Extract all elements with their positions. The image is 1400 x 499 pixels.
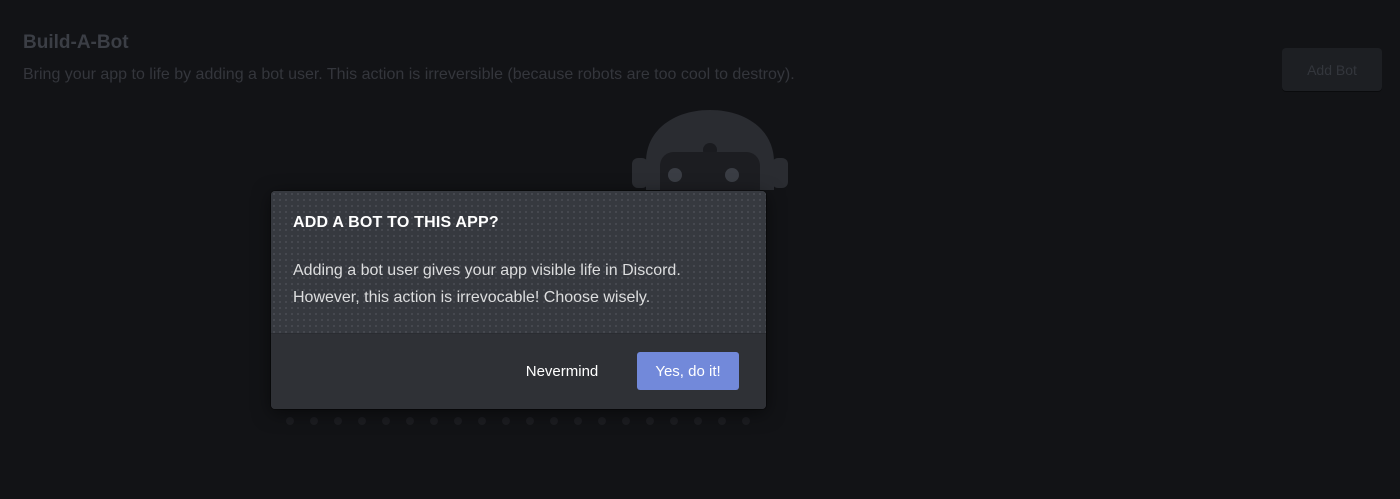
modal-footer: Nevermind Yes, do it!	[271, 333, 766, 409]
nevermind-button[interactable]: Nevermind	[509, 352, 615, 390]
modal-message: Adding a bot user gives your app visible…	[293, 257, 733, 311]
modal-message-line-1: Adding a bot user gives your app visible…	[293, 262, 681, 279]
add-bot-confirm-modal: ADD A BOT TO THIS APP? Adding a bot user…	[271, 191, 766, 409]
section-title: Build-A-Bot	[23, 32, 129, 53]
modal-body: ADD A BOT TO THIS APP? Adding a bot user…	[271, 191, 766, 333]
section-description: Bring your app to life by adding a bot u…	[23, 66, 795, 83]
modal-message-line-2: However, this action is irrevocable! Cho…	[293, 289, 651, 306]
add-bot-button[interactable]: Add Bot	[1282, 48, 1382, 91]
decorative-dots	[286, 417, 750, 425]
app-settings-page: Build-A-Bot Bring your app to life by ad…	[0, 0, 1400, 499]
build-a-bot-section-header: Build-A-Bot Bring your app to life by ad…	[23, 30, 1023, 86]
confirm-add-bot-button[interactable]: Yes, do it!	[637, 352, 739, 390]
modal-title: ADD A BOT TO THIS APP?	[293, 214, 499, 231]
